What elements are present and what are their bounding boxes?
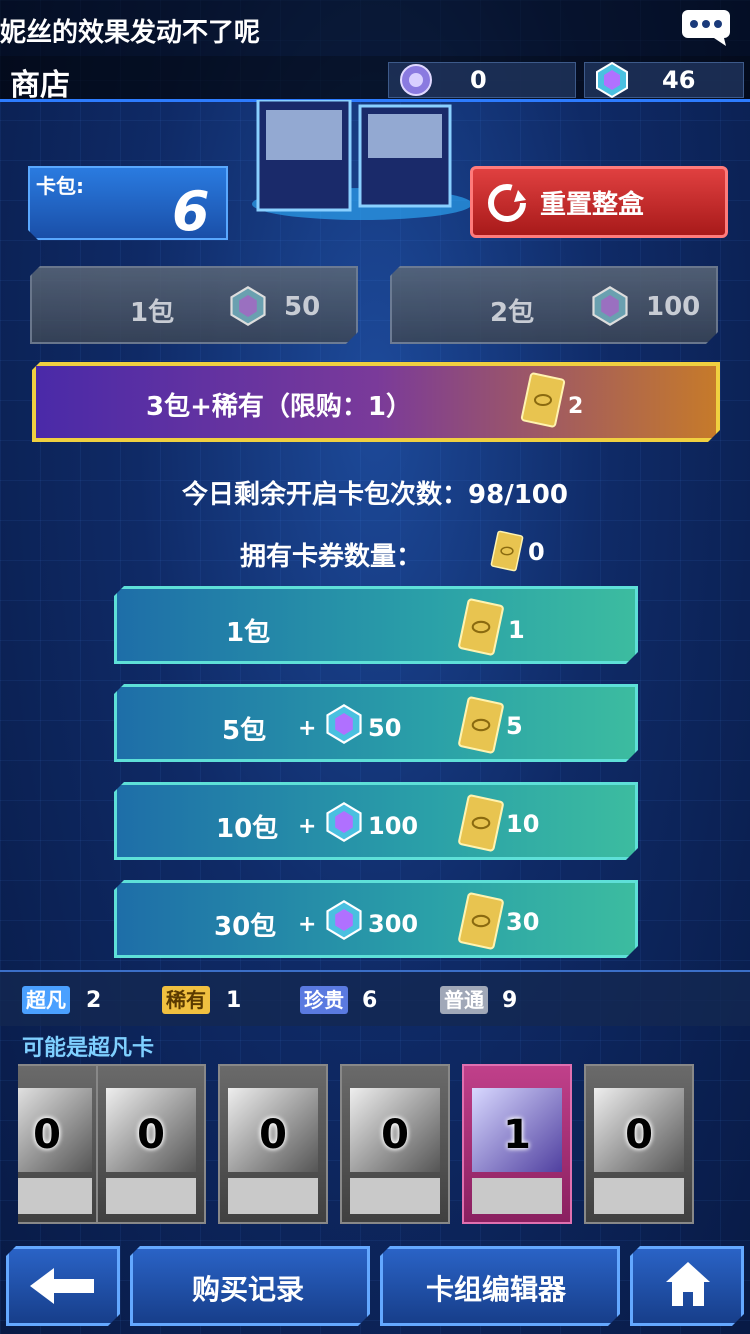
rarity-count-rare: 1: [226, 988, 242, 1013]
ticker-text: 妮丝的效果发动不了呢: [0, 18, 261, 48]
buy-2-pack-cost: 100: [646, 292, 701, 322]
chat-icon: [682, 10, 730, 46]
card-pack-remaining: 6: [172, 180, 210, 243]
teal-gem-cost: 50: [368, 714, 402, 742]
card-item[interactable]: 1: [462, 1064, 572, 1224]
card-item[interactable]: 0: [340, 1064, 450, 1224]
chat-button[interactable]: [680, 8, 732, 48]
remaining-opens-text: 今日剩余开启卡包次数：98/100: [182, 480, 568, 510]
teal-ticket-cost: 5: [506, 712, 523, 740]
teal-pack-label: 5包: [222, 716, 267, 746]
gem-icon: [326, 900, 362, 940]
buy-1-pack-label: 1包: [130, 298, 175, 328]
card-text: [472, 1178, 562, 1214]
rare-pack-label: 3包+稀有（限购：1）: [146, 392, 412, 422]
rarity-count-normal: 9: [502, 988, 518, 1013]
rare-pack-ticket-cost: 2: [568, 394, 584, 419]
deck-editor-label: 卡组编辑器: [426, 1273, 567, 1306]
card-ticket-icon: [520, 372, 566, 428]
card-strip[interactable]: 0 0 0 0 1 0: [18, 1064, 732, 1224]
rarity-tag-rare: 稀有: [162, 986, 210, 1014]
card-text: [106, 1178, 196, 1214]
card-text: [350, 1178, 440, 1214]
teal-gem-cost: 300: [368, 910, 419, 938]
teal-ticket-cost: 10: [506, 810, 540, 838]
rarity-count-super: 6: [362, 988, 378, 1013]
card-ticket-icon: [490, 530, 524, 572]
teal-pack-label: 30包: [214, 912, 277, 942]
card-text: [594, 1178, 684, 1214]
plus-sign: +: [298, 912, 317, 937]
card-item[interactable]: 0: [584, 1064, 694, 1224]
teal-ticket-cost: 30: [506, 908, 540, 936]
card-pack-label: 卡包:: [36, 174, 84, 198]
rarity-tag-super: 珍贵: [300, 986, 348, 1014]
card-ticket-icon: [458, 892, 504, 950]
orb-value: 0: [470, 66, 487, 94]
rarity-tag-normal: 普通: [440, 986, 488, 1014]
card-ticket-icon: [458, 696, 504, 754]
card-item[interactable]: 0: [96, 1064, 206, 1224]
tickets-owned-count: 0: [528, 538, 545, 566]
card-count: 0: [625, 1112, 653, 1158]
card-count: 1: [503, 1112, 531, 1158]
teal-ticket-cost: 1: [508, 616, 525, 644]
gem-value: 46: [662, 66, 696, 94]
rarity-count-ultra: 2: [86, 988, 102, 1013]
card-text: [228, 1178, 318, 1214]
card-count: 0: [259, 1112, 287, 1158]
card-count: 0: [33, 1112, 61, 1158]
card-count: 0: [381, 1112, 409, 1158]
teal-gem-cost: 100: [368, 812, 419, 840]
card-item[interactable]: 0: [218, 1064, 328, 1224]
home-icon: [666, 1262, 710, 1306]
back-arrow-icon: [30, 1268, 94, 1304]
gem-icon: [230, 286, 266, 326]
tickets-owned-label: 拥有卡券数量：: [240, 542, 423, 572]
page-title: 商店: [10, 68, 70, 103]
card-ticket-icon: [458, 794, 504, 852]
gem-icon: [326, 704, 362, 744]
teal-pack-label: 1包: [226, 618, 271, 648]
purchase-history-label: 购买记录: [192, 1273, 305, 1306]
card-text: [18, 1178, 92, 1214]
refresh-icon: [488, 184, 526, 222]
buy-1-pack-ticket-button[interactable]: [114, 586, 638, 664]
gem-icon: [592, 286, 628, 326]
buy-2-pack-label: 2包: [490, 298, 535, 328]
card-count: 0: [137, 1112, 165, 1158]
card-item[interactable]: 0: [18, 1064, 102, 1224]
plus-sign: +: [298, 814, 317, 839]
rarity-tag-ultra: 超凡: [22, 986, 70, 1014]
possible-ultra-label: 可能是超凡卡: [22, 1036, 155, 1061]
orb-icon: [400, 64, 432, 96]
teal-pack-label: 10包: [216, 814, 279, 844]
gem-icon: [596, 61, 628, 99]
card-ticket-icon: [458, 598, 504, 656]
plus-sign: +: [298, 716, 317, 741]
buy-1-pack-cost: 50: [284, 292, 321, 322]
card-pack-box-image: [252, 100, 472, 220]
gem-icon: [326, 802, 362, 842]
reset-box-label: 重置整盒: [540, 190, 645, 220]
